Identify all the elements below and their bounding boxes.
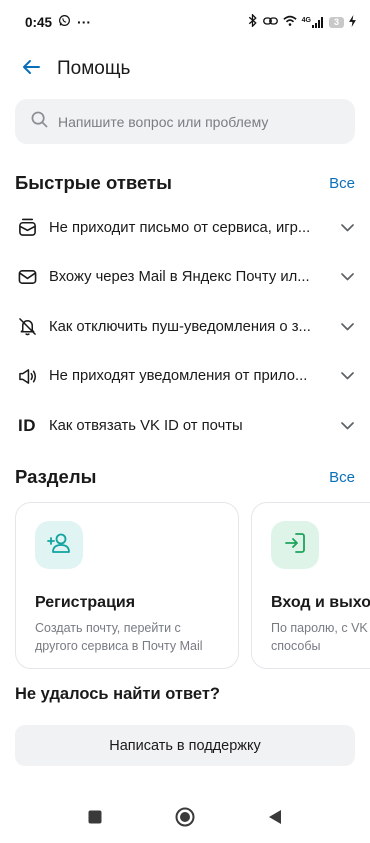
search-input[interactable] [58,113,338,130]
bell-off-icon [17,317,37,337]
battery-indicator: 3 [328,16,344,28]
square-icon [88,810,102,829]
card-description: По паролю, с VK ID, другие способы [271,621,370,653]
card-title: Регистрация [35,594,136,611]
status-left: 0:45 ··· [25,14,91,30]
mail-badge-icon [17,218,37,238]
faq-list: Не приходит письмо от сервиса, игр... Вх… [0,203,370,451]
link-icon [262,15,278,30]
whatsapp-icon [58,14,71,30]
status-right: 4G 3 [247,13,356,30]
quick-answers-all-link[interactable]: Все [329,175,355,192]
chevron-down-icon [334,366,354,386]
bluetooth-icon [247,13,258,30]
faq-item[interactable]: Не приходит письмо от сервиса, игр... [0,203,370,253]
triangle-back-icon [268,809,282,830]
more-dots: ··· [77,14,92,30]
quick-answers-header: Быстрые ответы Все [15,172,355,194]
app-header: Помощь [0,44,370,94]
chevron-down-icon [334,218,354,238]
page-title: Помощь [57,58,131,79]
faq-item-label: Как отвязать VK ID от почты [49,417,243,434]
back-nav-button[interactable] [263,807,287,831]
sections-header: Разделы Все [15,466,355,488]
faq-item-label: Как отключить пуш-уведомления о з... [49,318,311,335]
card-description: Создать почту, перейти с другого сервиса… [35,621,203,653]
circle-icon [175,807,195,832]
signal-icon: 4G [301,16,324,28]
faq-item-label: Не приходят уведомления от прило... [49,368,308,385]
login-icon [284,532,306,559]
card-icon-wrapper [35,521,83,569]
charging-icon [349,14,356,30]
chevron-down-icon [334,317,354,337]
sections-carousel[interactable]: Регистрация Создать почту, перейти с дру… [15,502,370,670]
recents-button[interactable] [83,807,107,831]
add-user-icon [47,532,71,559]
faq-item[interactable]: Не приходят уведомления от прило... [0,352,370,402]
back-button[interactable] [20,58,42,80]
speaker-icon [17,366,37,386]
id-icon: ID [18,415,36,435]
network-type: 4G [301,16,311,24]
card-title: Вход и выход [271,594,370,611]
faq-item-label: Не приходит письмо от сервиса, игр... [49,219,311,236]
sections-all-link[interactable]: Все [329,469,355,486]
chevron-down-icon [334,416,354,436]
wifi-icon [283,15,297,30]
section-card-login[interactable]: Вход и выход По паролю, с VK ID, другие … [251,502,370,669]
system-nav-bar [0,795,370,843]
envelope-icon [17,267,37,287]
faq-item[interactable]: Вхожу через Mail в Яндекс Почту ил... [0,253,370,303]
status-bar: 0:45 ··· 4G 3 [0,0,370,44]
faq-item[interactable]: ID Как отвязать VK ID от почты [0,401,370,451]
search-box[interactable] [15,99,355,144]
sections-title: Разделы [15,466,97,487]
chevron-down-icon [334,267,354,287]
status-time: 0:45 [25,14,53,30]
section-card-registration[interactable]: Регистрация Создать почту, перейти с дру… [15,502,239,669]
contact-support-button[interactable]: Написать в поддержку [15,725,355,766]
quick-answers-title: Быстрые ответы [15,172,172,193]
search-icon [31,111,48,133]
card-icon-wrapper [271,521,319,569]
faq-item-label: Вхожу через Mail в Яндекс Почту ил... [49,269,310,286]
arrow-left-icon [22,59,40,80]
no-answer-heading: Не удалось найти ответ? [15,685,221,703]
home-button[interactable] [173,807,197,831]
faq-item[interactable]: Как отключить пуш-уведомления о з... [0,302,370,352]
